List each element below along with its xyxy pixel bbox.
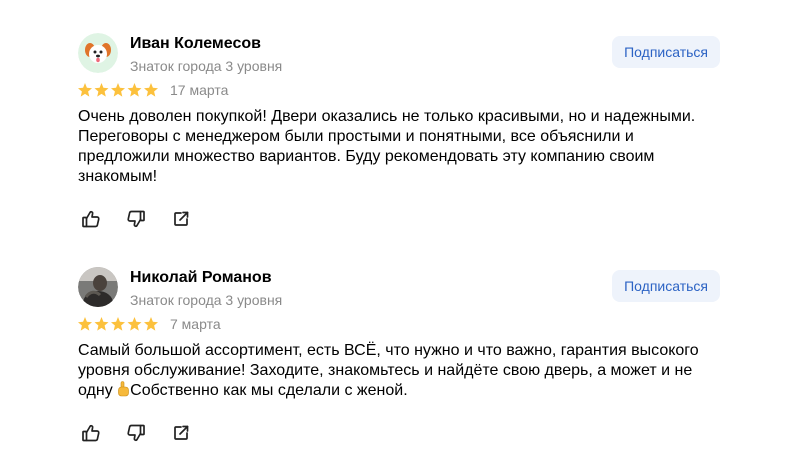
star-icon bbox=[78, 317, 92, 331]
review-card: Иван Колемесов Знаток города 3 уровня По… bbox=[78, 33, 720, 230]
review-meta: 17 марта bbox=[78, 81, 720, 101]
star-icon bbox=[127, 317, 142, 331]
star-icon bbox=[94, 317, 109, 331]
review-actions bbox=[78, 422, 720, 444]
review-meta: 7 марта bbox=[78, 315, 720, 335]
star-icon bbox=[94, 83, 109, 97]
star-icon bbox=[144, 83, 158, 97]
star-icon bbox=[111, 317, 125, 331]
author-name[interactable]: Иван Колемесов bbox=[130, 35, 261, 53]
review-header: Иван Колемесов Знаток города 3 уровня По… bbox=[78, 33, 720, 77]
review-card: Николай Романов Знаток города 3 уровня П… bbox=[78, 267, 720, 444]
review-text: Очень доволен покупкой! Двери оказались … bbox=[78, 108, 696, 185]
dislike-icon[interactable] bbox=[125, 422, 147, 444]
star-icon bbox=[144, 317, 158, 331]
share-icon[interactable] bbox=[170, 208, 192, 230]
star-icon bbox=[78, 83, 92, 97]
dislike-icon[interactable] bbox=[125, 208, 147, 230]
review-text-part: Собственно как мы сделали с женой. bbox=[130, 382, 408, 399]
author-level: Знаток города 3 уровня bbox=[130, 58, 283, 74]
like-icon[interactable] bbox=[80, 208, 102, 230]
star-icon bbox=[111, 83, 125, 97]
subscribe-button[interactable]: Подписаться bbox=[612, 270, 720, 302]
rating-stars bbox=[78, 83, 158, 97]
share-icon[interactable] bbox=[170, 422, 192, 444]
star-icon bbox=[127, 83, 142, 97]
like-icon[interactable] bbox=[80, 422, 102, 444]
author-name[interactable]: Николай Романов bbox=[130, 269, 272, 287]
dog-avatar-icon[interactable] bbox=[78, 33, 118, 73]
review-date: 7 марта bbox=[170, 316, 221, 332]
review-actions bbox=[78, 208, 720, 230]
review-header: Николай Романов Знаток города 3 уровня П… bbox=[78, 267, 720, 311]
pointing-up-emoji-icon bbox=[117, 381, 130, 397]
subscribe-button[interactable]: Подписаться bbox=[612, 36, 720, 68]
rating-stars bbox=[78, 317, 158, 331]
review-date: 17 марта bbox=[170, 82, 229, 98]
review-text: Самый большой ассортимент, есть ВСЁ, что… bbox=[78, 341, 718, 401]
author-level: Знаток города 3 уровня bbox=[130, 292, 283, 308]
person-photo-avatar[interactable] bbox=[78, 267, 118, 307]
